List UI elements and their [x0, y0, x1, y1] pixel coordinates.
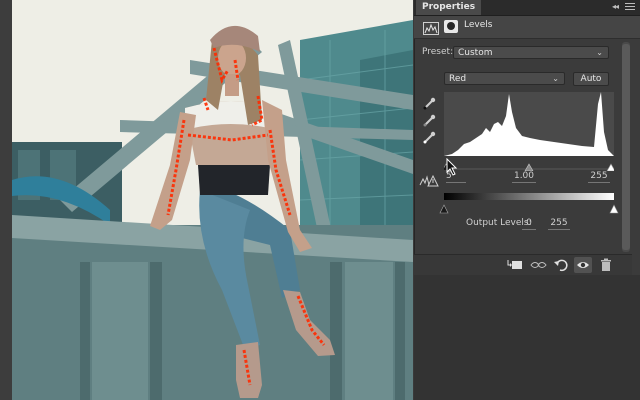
histogram: [444, 92, 614, 156]
output-white-field[interactable]: 255: [548, 218, 570, 230]
adjustment-header: Levels: [414, 16, 640, 39]
layer-mask-icon[interactable]: [444, 20, 458, 33]
panel-tab-bar: Properties ◂◂: [414, 0, 640, 16]
preset-label: Preset:: [422, 47, 454, 57]
panel-menu-icon[interactable]: [625, 3, 635, 12]
mouse-cursor-icon: [446, 157, 458, 176]
input-white-field[interactable]: 255: [588, 171, 610, 183]
visibility-eye-icon[interactable]: [574, 257, 592, 273]
input-levels-slider[interactable]: [441, 156, 616, 172]
input-gamma-field[interactable]: 1.00: [512, 171, 536, 183]
panel-empty-area: [414, 275, 640, 400]
preset-value: Custom: [458, 48, 493, 58]
chevron-down-icon: ⌄: [596, 48, 603, 57]
preset-dropdown[interactable]: Custom ⌄: [453, 46, 609, 59]
chevron-down-icon: ⌄: [552, 74, 559, 83]
clip-to-layer-icon[interactable]: [506, 257, 524, 273]
reset-icon[interactable]: [552, 257, 570, 273]
levels-adjustment-icon[interactable]: [423, 20, 439, 35]
view-previous-state-icon[interactable]: [530, 257, 548, 273]
photo-image: [0, 0, 413, 400]
channel-value: Red: [449, 74, 467, 84]
scroll-thumb[interactable]: [622, 44, 630, 250]
channel-dropdown[interactable]: Red ⌄: [444, 72, 565, 85]
trash-icon[interactable]: [597, 257, 615, 273]
adjustment-title: Levels: [464, 20, 493, 30]
output-black-field[interactable]: 0: [522, 218, 536, 230]
auto-button[interactable]: Auto: [573, 72, 609, 86]
tab-properties[interactable]: Properties: [416, 0, 482, 15]
gray-point-eyedropper-icon[interactable]: [422, 113, 436, 127]
clipping-warning-icon[interactable]: [419, 172, 439, 187]
document-canvas[interactable]: [0, 0, 413, 400]
panel-scrollbar[interactable]: [622, 42, 630, 252]
black-point-eyedropper-icon[interactable]: [422, 96, 436, 110]
white-point-eyedropper-icon[interactable]: [422, 130, 436, 144]
panel-footer: [414, 254, 632, 275]
output-levels-slider[interactable]: [438, 199, 620, 214]
collapse-panel-icon[interactable]: ◂◂: [612, 2, 619, 11]
